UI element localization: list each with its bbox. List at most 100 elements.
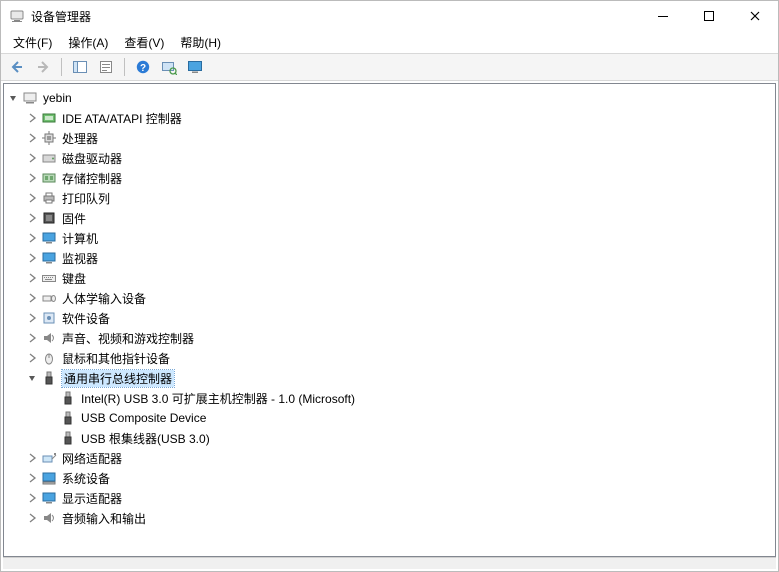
tree-category-printq[interactable]: 打印队列 — [25, 188, 773, 208]
menu-view[interactable]: 查看(V) — [116, 32, 172, 53]
printer-icon — [40, 190, 58, 206]
computer-root-icon — [21, 90, 39, 106]
chevron-right-icon[interactable] — [25, 211, 39, 225]
tree-device-usb-2[interactable]: USB 根集线器(USB 3.0) — [44, 428, 773, 448]
tree-category-display[interactable]: 显示适配器 — [25, 488, 773, 508]
tree-category-monitor[interactable]: 监视器 — [25, 248, 773, 268]
tree-category-sound[interactable]: 声音、视频和游戏控制器 — [25, 328, 773, 348]
help-icon: ? — [135, 59, 151, 75]
maximize-button[interactable] — [686, 1, 732, 31]
usb-device-icon — [59, 410, 77, 426]
tree-category-firmware[interactable]: 固件 — [25, 208, 773, 228]
menu-bar: 文件(F) 操作(A) 查看(V) 帮助(H) — [1, 31, 778, 53]
properties-button[interactable] — [94, 56, 118, 78]
show-hide-tree-button[interactable] — [68, 56, 92, 78]
device-tree-pane[interactable]: yebin IDE ATA/ATAPI 控制器处理器磁盘驱动器存储控制器打印队列固… — [3, 83, 776, 557]
tree-category-mouse[interactable]: 鼠标和其他指针设备 — [25, 348, 773, 368]
chevron-right-icon[interactable] — [25, 191, 39, 205]
menu-action[interactable]: 操作(A) — [60, 32, 116, 53]
menu-file[interactable]: 文件(F) — [5, 32, 60, 53]
monitor-icon — [187, 59, 203, 75]
disk-drive-icon — [40, 150, 58, 166]
nav-forward-button[interactable] — [31, 56, 55, 78]
tree-category-monitor-label: 监视器 — [62, 250, 98, 267]
cpu-icon — [40, 130, 58, 146]
menu-help[interactable]: 帮助(H) — [172, 32, 229, 53]
chevron-right-icon[interactable] — [25, 291, 39, 305]
app-icon — [9, 8, 25, 24]
audio-io-icon — [40, 510, 58, 526]
nav-back-button[interactable] — [5, 56, 29, 78]
tree-category-disk[interactable]: 磁盘驱动器 — [25, 148, 773, 168]
tree-category-softdev[interactable]: 软件设备 — [25, 308, 773, 328]
chevron-down-icon[interactable] — [25, 371, 39, 385]
chevron-right-icon[interactable] — [25, 131, 39, 145]
tree-device-usb-1-label: USB Composite Device — [81, 411, 206, 425]
storage-controller-icon — [40, 170, 58, 186]
chevron-right-icon[interactable] — [25, 491, 39, 505]
tree-category-system[interactable]: 系统设备 — [25, 468, 773, 488]
computer-icon — [40, 230, 58, 246]
chevron-right-icon[interactable] — [25, 171, 39, 185]
tree-category-storage[interactable]: 存储控制器 — [25, 168, 773, 188]
monitor-icon — [40, 250, 58, 266]
chevron-right-icon[interactable] — [25, 111, 39, 125]
chevron-right-icon[interactable] — [25, 511, 39, 525]
chevron-down-icon[interactable] — [6, 91, 20, 105]
chevron-right-icon[interactable] — [25, 451, 39, 465]
network-adapter-icon — [40, 450, 58, 466]
tree-category-cpu[interactable]: 处理器 — [25, 128, 773, 148]
tree-device-usb-2-label: USB 根集线器(USB 3.0) — [81, 430, 210, 447]
hid-icon — [40, 290, 58, 306]
tree-category-usb[interactable]: 通用串行总线控制器 — [25, 368, 773, 388]
tree-device-usb-1[interactable]: USB Composite Device — [44, 408, 773, 428]
tree-category-sound-label: 声音、视频和游戏控制器 — [62, 330, 194, 347]
chevron-right-icon[interactable] — [25, 231, 39, 245]
tree-device-usb-0[interactable]: Intel(R) USB 3.0 可扩展主机控制器 - 1.0 (Microso… — [44, 388, 773, 408]
usb-icon — [40, 370, 58, 386]
tree-category-softdev-label: 软件设备 — [62, 310, 110, 327]
tree-category-firmware-label: 固件 — [62, 210, 86, 227]
tree-category-hid[interactable]: 人体学输入设备 — [25, 288, 773, 308]
tree-category-net-label: 网络适配器 — [62, 450, 122, 467]
show-hide-tree-icon — [72, 59, 88, 75]
tree-category-audioio[interactable]: 音频输入和输出 — [25, 508, 773, 528]
tree-category-ide[interactable]: IDE ATA/ATAPI 控制器 — [25, 108, 773, 128]
tree-category-computer-label: 计算机 — [62, 230, 98, 247]
chevron-right-icon[interactable] — [25, 311, 39, 325]
audio-icon — [40, 330, 58, 346]
chevron-right-icon[interactable] — [25, 351, 39, 365]
scan-hardware-button[interactable] — [157, 56, 181, 78]
display-adapter-icon — [40, 490, 58, 506]
chevron-right-icon[interactable] — [25, 251, 39, 265]
firmware-icon — [40, 210, 58, 226]
tree-category-net[interactable]: 网络适配器 — [25, 448, 773, 468]
tree-category-cpu-label: 处理器 — [62, 130, 98, 147]
tree-category-hid-label: 人体学输入设备 — [62, 290, 146, 307]
tree-category-display-label: 显示适配器 — [62, 490, 122, 507]
tree-root-node[interactable]: yebin — [6, 88, 773, 108]
chevron-right-icon[interactable] — [25, 471, 39, 485]
chevron-right-icon[interactable] — [25, 151, 39, 165]
software-device-icon — [40, 310, 58, 326]
status-bar — [3, 557, 776, 569]
tree-device-usb-0-label: Intel(R) USB 3.0 可扩展主机控制器 - 1.0 (Microso… — [81, 390, 355, 407]
nav-back-icon — [9, 59, 25, 75]
tree-category-computer[interactable]: 计算机 — [25, 228, 773, 248]
tree-category-printq-label: 打印队列 — [62, 190, 110, 207]
chevron-right-icon[interactable] — [25, 271, 39, 285]
tree-category-disk-label: 磁盘驱动器 — [62, 150, 122, 167]
tree-root-node-label: yebin — [43, 91, 72, 105]
tree-category-mouse-label: 鼠标和其他指针设备 — [62, 350, 170, 367]
tree-category-keyboard[interactable]: 键盘 — [25, 268, 773, 288]
system-device-icon — [40, 470, 58, 486]
help-button[interactable]: ? — [131, 56, 155, 78]
chevron-right-icon[interactable] — [25, 331, 39, 345]
toolbar-separator — [124, 58, 125, 76]
title-bar: 设备管理器 — [1, 1, 778, 31]
tree-category-usb-label: 通用串行总线控制器 — [62, 370, 174, 387]
devices-button[interactable] — [183, 56, 207, 78]
tree-category-storage-label: 存储控制器 — [62, 170, 122, 187]
minimize-button[interactable] — [640, 1, 686, 31]
close-button[interactable] — [732, 1, 778, 31]
